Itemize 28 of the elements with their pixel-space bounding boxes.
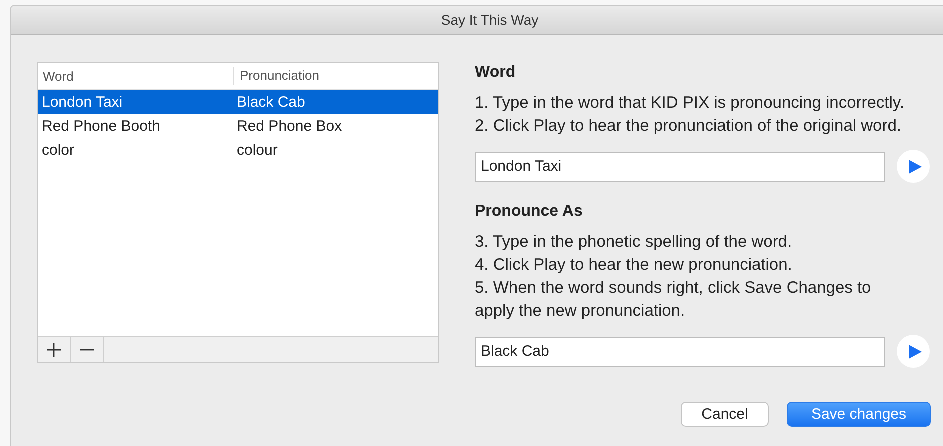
- table-cell-text: Black Cab: [236, 94, 306, 110]
- window-title: Say It This Way: [441, 12, 539, 28]
- play-icon: [907, 158, 923, 174]
- table-cell-text: color: [41, 142, 76, 158]
- section-heading: Word: [475, 64, 517, 82]
- instruction-text: 3. Type in the phonetic spelling of the word.: [475, 232, 794, 253]
- table-row[interactable]: Red Phone Booth Red Phone Box: [38, 114, 438, 138]
- instruction-text: 4. Click Play to hear the new pronunciation.: [475, 255, 794, 276]
- text-field[interactable]: Black Cab: [475, 336, 885, 366]
- table-row[interactable]: London Taxi Black Cab: [38, 90, 438, 114]
- text-field[interactable]: London Taxi: [475, 152, 885, 182]
- play-button[interactable]: [897, 150, 930, 183]
- cancel-button[interactable]: Cancel: [681, 402, 769, 427]
- instruction-text: 5. When the word sounds right, click Save Changes to apply the new pronunciation.: [475, 278, 872, 322]
- plus-icon: [46, 342, 62, 358]
- play-icon: [907, 344, 923, 360]
- table-row[interactable]: color colour: [38, 138, 438, 162]
- table-cell-text: Red Phone Booth: [41, 118, 162, 134]
- table-cell-text: London Taxi: [41, 94, 124, 110]
- table-cell-text: Red Phone Box: [236, 118, 344, 134]
- minus-icon: [80, 348, 94, 350]
- table-cell-text: colour: [236, 142, 279, 158]
- section-heading: Pronounce As: [475, 203, 584, 221]
- column-header[interactable]: Pronunciation: [233, 67, 430, 85]
- instruction-text: 1. Type in the word that KID PIX is pronouncing incorrectly.: [475, 93, 906, 114]
- instruction-text: 2. Click Play to hear the pronunciation of the original word.: [475, 116, 902, 137]
- play-button[interactable]: [897, 335, 930, 368]
- column-header[interactable]: Word: [38, 68, 233, 84]
